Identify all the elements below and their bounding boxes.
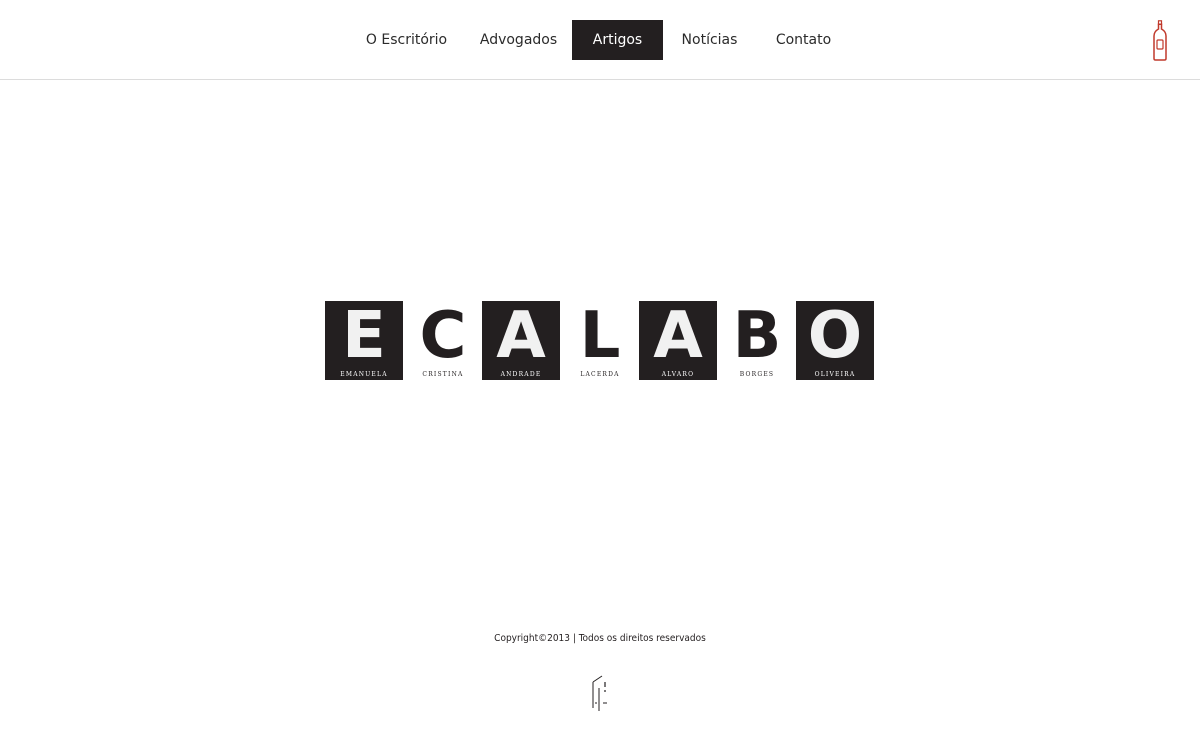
nav-item-artigos[interactable]: Artigos	[572, 20, 663, 60]
logo-name: LACERDA	[580, 371, 620, 378]
logo-tile-oliveira: O OLIVEIRA	[796, 301, 874, 380]
logo-name: OLIVEIRA	[814, 371, 856, 378]
header: O Escritório Advogados Artigos Notícias …	[0, 0, 1200, 80]
logo-letter: L	[579, 299, 621, 373]
wine-bottle-icon[interactable]	[1152, 20, 1168, 61]
nav-item-contato[interactable]: Contato	[756, 20, 851, 60]
logo-tile-alvaro: A ALVARO	[639, 301, 717, 380]
logo-tile-emanuela: E EMANUELA	[325, 301, 403, 380]
logo-name: CRISTINA	[422, 371, 464, 378]
logo-letter: A	[496, 299, 546, 373]
ecalabo-logo: E EMANUELA C CRISTINA A ANDRADE L LACERD…	[324, 300, 876, 382]
copyright-text: Copyright©2013 | Todos os direitos reser…	[494, 633, 706, 644]
main-nav: O Escritório Advogados Artigos Notícias …	[348, 20, 851, 60]
logo-name: EMANUELA	[340, 371, 388, 378]
logo-name: BORGES	[739, 371, 775, 378]
nav-item-advogados[interactable]: Advogados	[465, 20, 572, 60]
logo-letter: C	[419, 299, 467, 373]
logo-letter: A	[653, 299, 703, 373]
logo-name: ANDRADE	[500, 371, 542, 378]
developer-logo-icon[interactable]	[590, 674, 610, 712]
nav-item-noticias[interactable]: Notícias	[663, 20, 756, 60]
nav-item-o-escritorio[interactable]: O Escritório	[348, 20, 465, 60]
logo-letter: B	[732, 299, 782, 373]
logo-tile-borges: B BORGES	[718, 301, 796, 380]
logo-letter: O	[807, 299, 863, 373]
logo-tile-lacerda: L LACERDA	[561, 301, 639, 380]
logo-name: ALVARO	[661, 371, 695, 378]
logo-tile-andrade: A ANDRADE	[482, 301, 560, 380]
logo-tile-cristina: C CRISTINA	[404, 301, 482, 380]
logo-letter: E	[342, 299, 386, 373]
page: O Escritório Advogados Artigos Notícias …	[0, 0, 1200, 730]
